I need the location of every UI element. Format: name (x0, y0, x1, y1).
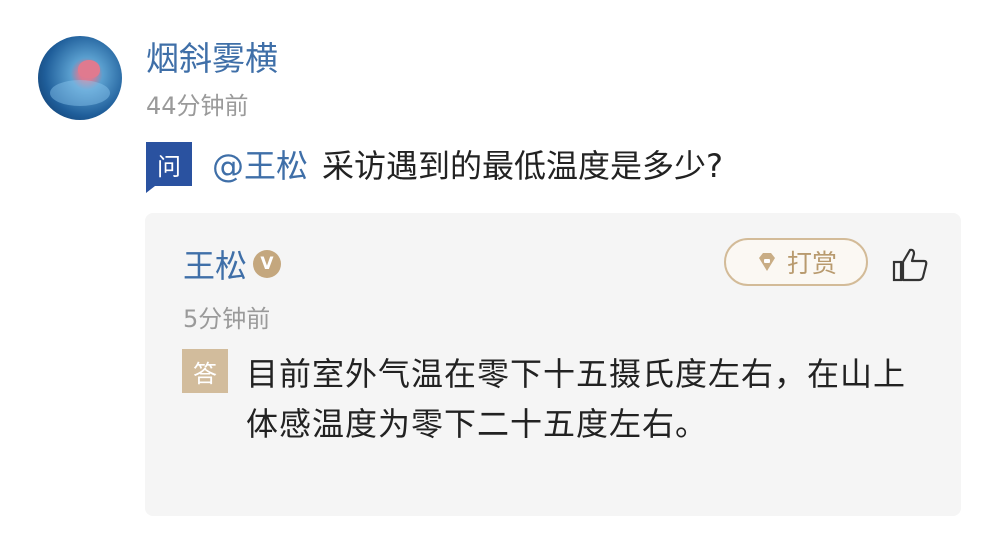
answer-badge-label: 答 (193, 359, 217, 388)
answer-text: 目前室外气温在零下十五摄氏度左右，在山上体感温度为零下二十五度左右。 (246, 355, 907, 443)
gem-icon (758, 253, 775, 271)
avatar[interactable] (38, 36, 122, 120)
comment-username[interactable]: 烟斜雾横 (146, 32, 278, 80)
jellyfish-icon (78, 60, 100, 78)
question-badge: 问 (146, 142, 192, 193)
question-row: 问 @王松 采访遇到的最低温度是多少? (146, 140, 724, 193)
thumbs-up-icon[interactable] (891, 245, 931, 285)
answer-badge: 答 (182, 349, 228, 393)
question-badge-label: 问 (157, 152, 181, 181)
answerer-name[interactable]: 王松 (183, 241, 247, 287)
question-text: 采访遇到的最低温度是多少? (322, 147, 724, 185)
answer-timestamp: 5分钟前 (183, 305, 271, 333)
answer-card: 王松 V 打赏 5分钟前 答 目前室外气温在零下十五摄氏度左右，在山上体感温度为… (145, 213, 961, 516)
question-badge-fold (146, 186, 155, 193)
avatar-glow (50, 80, 110, 106)
comment-timestamp: 44分钟前 (146, 92, 249, 120)
mention-link[interactable]: @王松 (212, 141, 308, 187)
answerer-header: 王松 V (183, 241, 282, 287)
tip-button[interactable]: 打赏 (724, 238, 868, 286)
tip-button-label: 打赏 (786, 249, 837, 278)
verified-v-icon: V (253, 250, 282, 278)
